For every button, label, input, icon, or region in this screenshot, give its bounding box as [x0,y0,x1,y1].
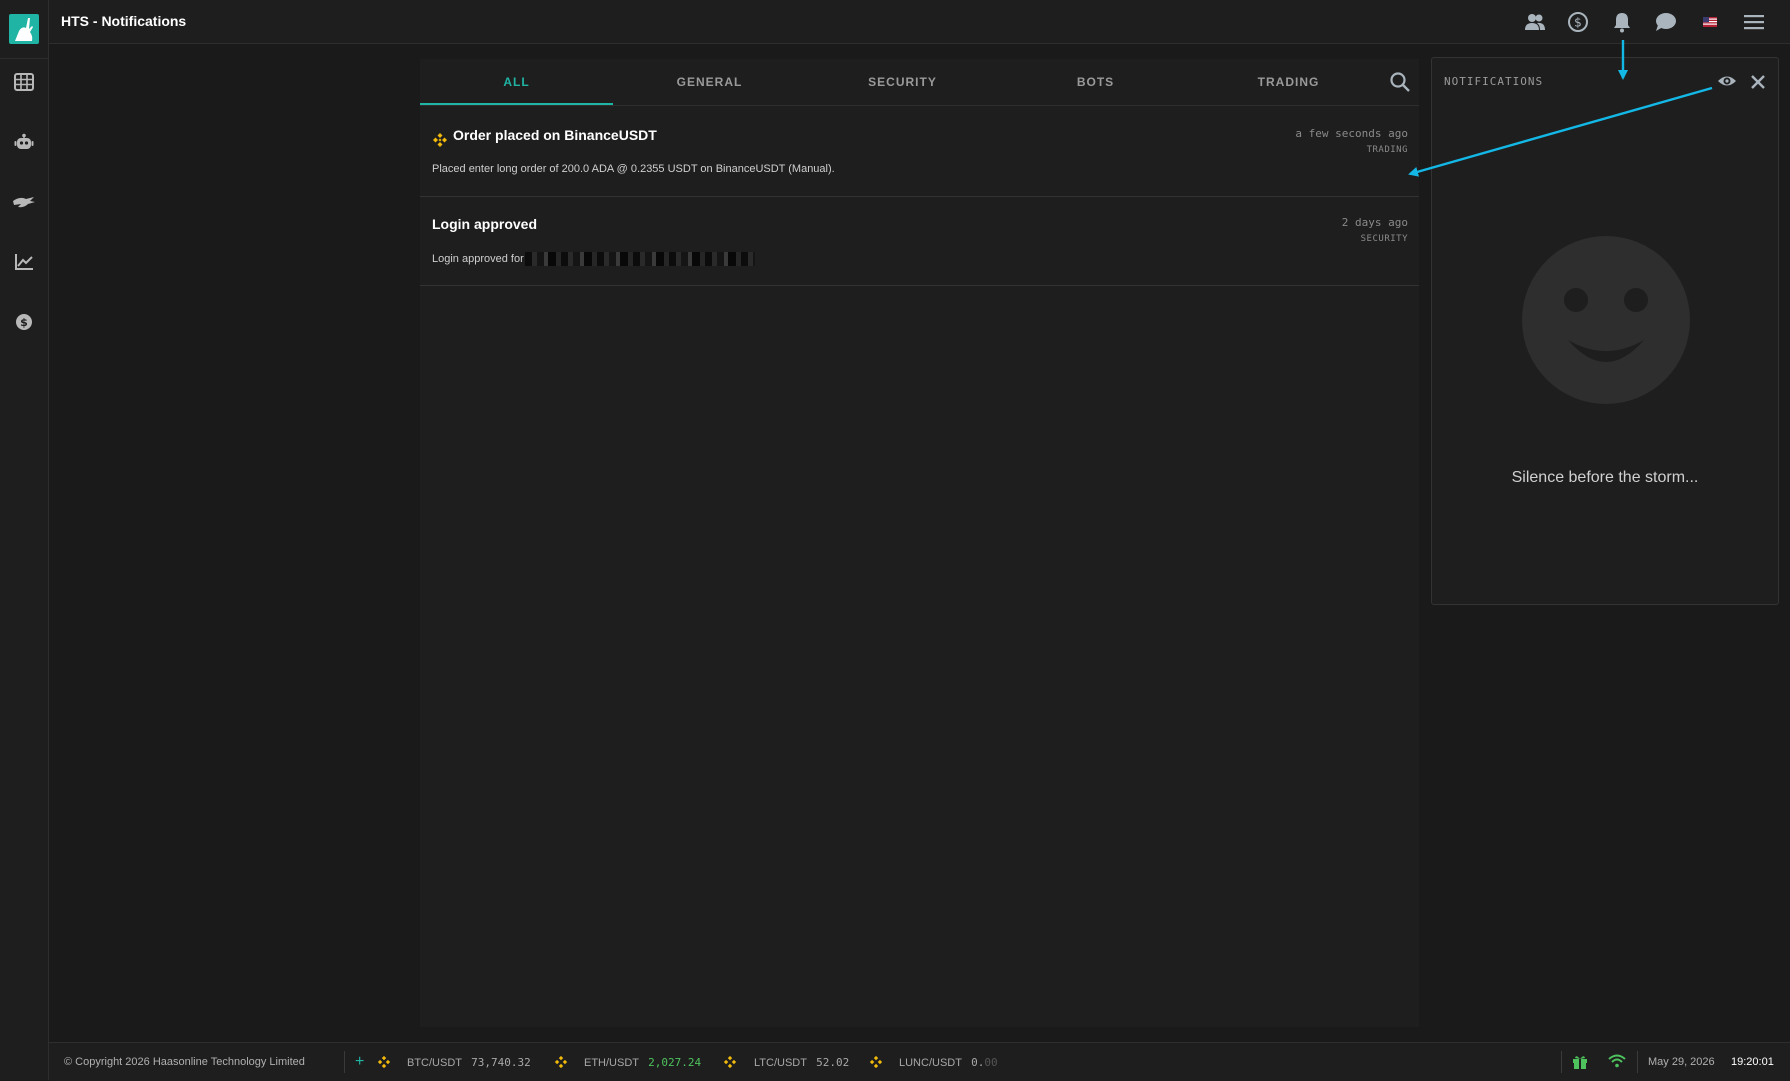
ticker-price: 52.02 [816,1056,850,1069]
page-title: HTS - Notifications [61,13,187,29]
dollar-circle-icon[interactable]: $ [1566,10,1590,34]
eye-icon[interactable] [1716,70,1738,92]
notification-body: Login approved for [432,252,755,266]
notification-item[interactable]: Order placed on BinanceUSDT Placed enter… [420,108,1419,197]
notification-time: 2 days ago [1341,216,1408,229]
ticker-price: 0. [971,1056,985,1069]
gift-icon[interactable] [1572,1054,1588,1073]
notifications-panel: ALL GENERAL SECURITY BOTS TRADING Order … [420,59,1419,1027]
footer-divider [1561,1051,1562,1073]
tab-security[interactable]: SECURITY [806,59,999,105]
ticker-pair: LTC/USDT [754,1057,807,1069]
notification-category: TRADING [1366,145,1408,155]
ticker-pair: ETH/USDT [584,1057,639,1069]
ticker-price: 2,027.24 [648,1056,702,1069]
hts-logo[interactable] [9,14,39,44]
ticker-btc[interactable]: BTC/USDT 73,740.32 [407,1056,531,1069]
ticker-price-dim: 00 [984,1056,998,1069]
notifications-popup: NOTIFICATIONS Silence before the storm..… [1431,57,1779,605]
tab-all[interactable]: ALL [420,59,613,105]
wifi-icon [1608,1054,1626,1071]
redacted-address [524,252,755,266]
footer-time: 19:20:01 [1731,1056,1774,1068]
notification-tabs: ALL GENERAL SECURITY BOTS TRADING [420,59,1419,106]
bell-icon[interactable] [1610,10,1634,34]
footer-bar: © Copyright 2026 Haasonline Technology L… [49,1042,1790,1081]
left-sidebar: $ [0,0,49,1080]
users-icon[interactable] [1523,10,1547,34]
tab-trading[interactable]: TRADING [1192,59,1385,105]
binance-icon [723,1055,737,1072]
chat-icon[interactable] [1654,10,1678,34]
us-flag-icon[interactable] [1698,10,1722,34]
tab-general[interactable]: GENERAL [613,59,806,105]
empty-state-message: Silence before the storm... [1511,469,1699,486]
ticker-pair: BTC/USDT [407,1057,462,1069]
smiley-icon [1522,236,1690,409]
footer-divider [1637,1051,1638,1073]
dashboard-grid-icon[interactable] [12,70,36,94]
rabbit-logo-icon [15,18,33,41]
ticker-lunc[interactable]: LUNC/USDT 0.00 [899,1056,998,1069]
notification-title: Order placed on BinanceUSDT [453,127,657,143]
svg-text:$: $ [20,316,28,329]
svg-text:$: $ [1574,16,1582,30]
footer-divider [344,1051,345,1073]
notification-body: Placed enter long order of 200.0 ADA @ 0… [432,163,835,175]
binance-icon [377,1055,391,1072]
close-icon[interactable] [1748,70,1768,92]
sidebar-divider [0,58,48,59]
ticker-price: 73,740.32 [471,1056,531,1069]
popup-title: NOTIFICATIONS [1444,75,1544,88]
notification-time: a few seconds ago [1295,127,1408,140]
chart-line-icon[interactable] [12,250,36,274]
notification-item[interactable]: Login approved Login approved for 2 days… [420,197,1419,286]
footer-date: May 29, 2026 [1648,1056,1715,1068]
hawk-icon[interactable] [12,190,36,214]
top-bar: HTS - Notifications $ [49,0,1790,44]
ticker-ltc[interactable]: LTC/USDT 52.02 [754,1056,849,1069]
notification-category: SECURITY [1360,234,1408,244]
dollar-coin-icon[interactable]: $ [12,310,36,334]
tab-bots[interactable]: BOTS [999,59,1192,105]
copyright-text: © Copyright 2026 Haasonline Technology L… [64,1056,305,1068]
notification-title: Login approved [432,216,537,232]
hamburger-menu-icon[interactable] [1742,10,1766,34]
notification-body-text: Login approved for [432,252,524,265]
search-icon[interactable] [1389,71,1411,93]
ticker-eth[interactable]: ETH/USDT 2,027.24 [584,1056,701,1069]
binance-icon [432,132,448,153]
ticker-pair: LUNC/USDT [899,1057,962,1069]
binance-icon [554,1055,568,1072]
binance-icon [869,1055,883,1072]
bot-icon[interactable] [12,130,36,154]
add-ticker-icon[interactable]: + [355,1053,364,1071]
